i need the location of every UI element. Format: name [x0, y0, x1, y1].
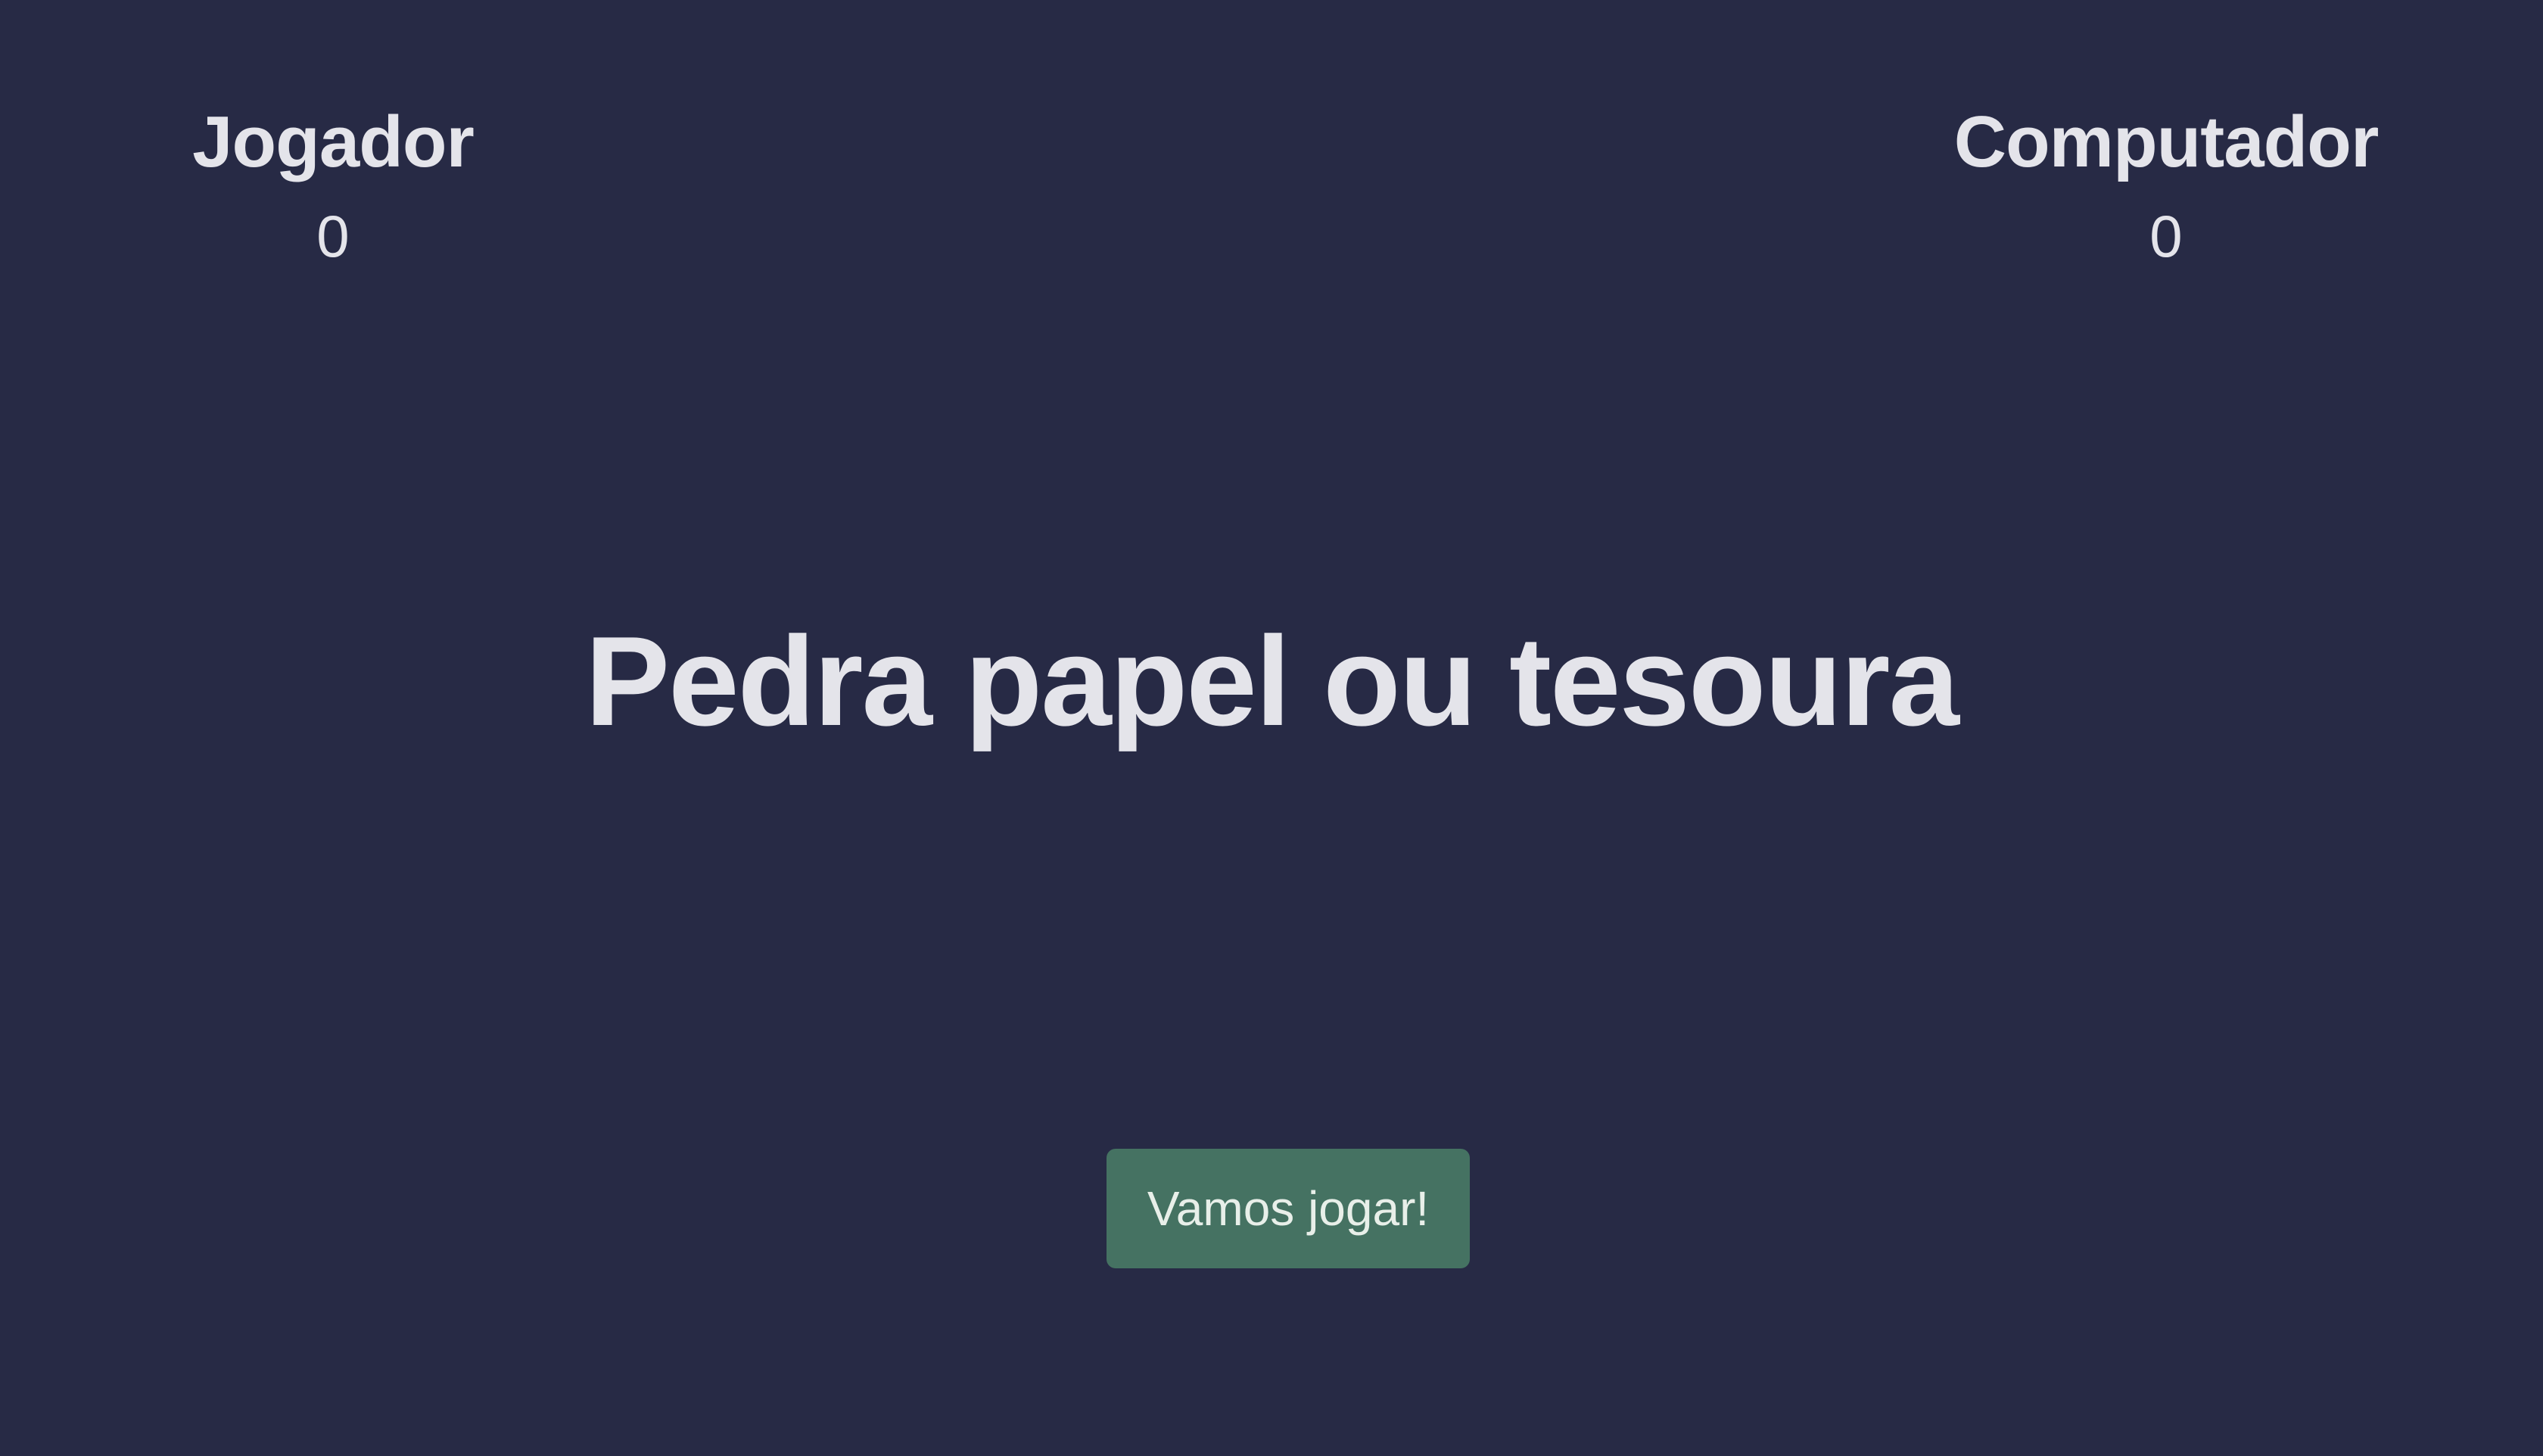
game-title: Pedra papel ou tesoura: [585, 610, 1959, 752]
player-score-panel: Jogador 0: [61, 97, 605, 272]
player-label: Jogador: [192, 101, 475, 182]
play-button[interactable]: Vamos jogar!: [1107, 1149, 1470, 1268]
computer-score-panel: Computador 0: [1894, 97, 2439, 272]
computer-label: Computador: [1953, 101, 2380, 182]
player-score: 0: [316, 203, 350, 269]
computer-score: 0: [2149, 203, 2183, 269]
